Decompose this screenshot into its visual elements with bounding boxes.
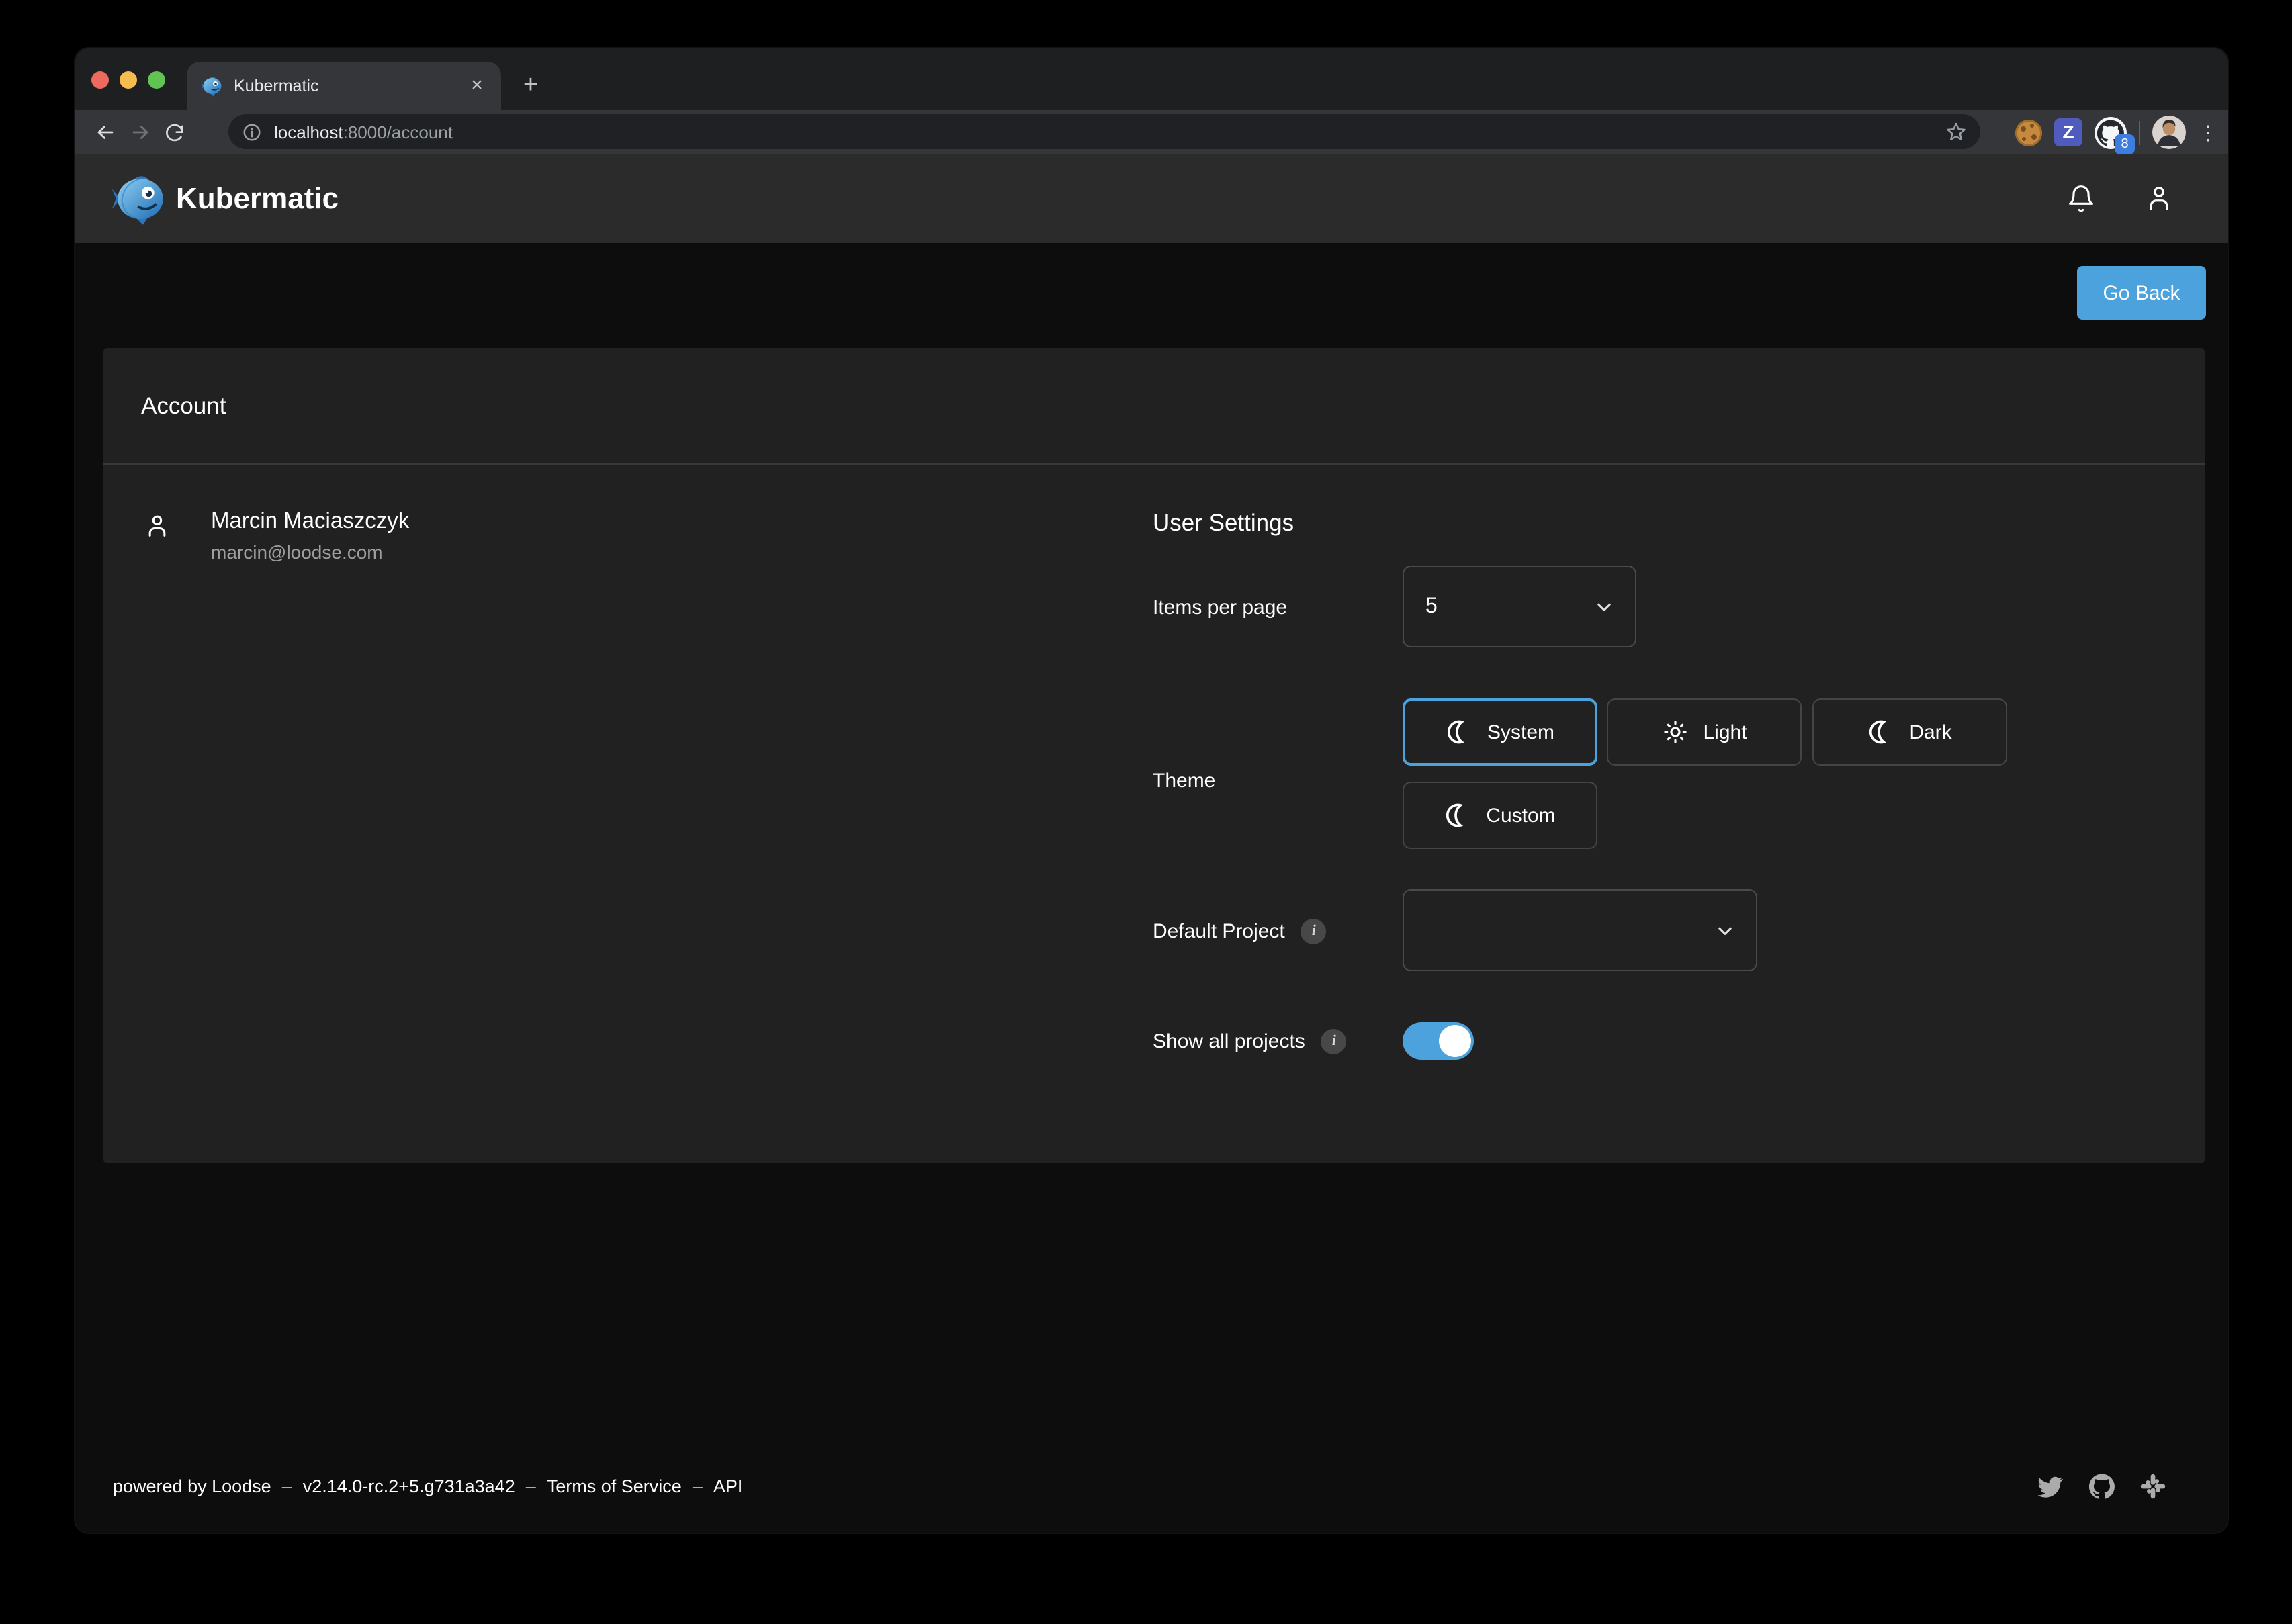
theme-option-dark[interactable]: Dark xyxy=(1812,698,2007,766)
window-zoom-button[interactable] xyxy=(148,71,165,89)
browser-window: Kubermatic × + localhost:8000/account xyxy=(75,48,2228,1533)
moon-icon xyxy=(1867,719,1894,746)
site-info-icon[interactable] xyxy=(242,122,262,142)
url-host: localhost xyxy=(274,122,343,142)
tab-favicon-fish-icon xyxy=(200,75,222,97)
user-avatar-icon xyxy=(144,513,171,563)
user-settings-title: User Settings xyxy=(1153,509,1294,537)
window-close-button[interactable] xyxy=(91,71,109,89)
browser-profile-avatar[interactable] xyxy=(2152,116,2186,149)
tab-title: Kubermatic xyxy=(234,77,466,95)
slack-icon[interactable] xyxy=(2140,1473,2166,1498)
screenshot-stage: Kubermatic × + localhost:8000/account xyxy=(0,0,2292,1624)
sun-icon xyxy=(1661,719,1688,746)
theme-option-light[interactable]: Light xyxy=(1607,698,1802,766)
github-extension-icon[interactable]: 8 xyxy=(2095,116,2127,148)
chevron-down-icon xyxy=(1713,918,1737,942)
account-card: Account Marcin Maciaszczyk marcin@loodse… xyxy=(103,348,2205,1163)
back-icon[interactable] xyxy=(87,115,122,150)
cookie-extension-icon[interactable] xyxy=(2015,119,2042,146)
app-header: Kubermatic xyxy=(75,154,2228,243)
browser-tab[interactable]: Kubermatic × xyxy=(187,62,501,110)
moon-icon xyxy=(1444,802,1471,829)
reload-icon[interactable] xyxy=(157,115,192,150)
theme-label: Theme xyxy=(1153,770,1215,793)
url-path: :8000/account xyxy=(343,122,453,142)
default-project-select[interactable] xyxy=(1403,889,1757,971)
toolbar-separator xyxy=(2139,120,2140,144)
forward-icon[interactable] xyxy=(122,115,157,150)
info-icon[interactable]: i xyxy=(1301,919,1327,944)
address-bar[interactable]: localhost:8000/account xyxy=(228,114,1980,149)
browser-toolbar: localhost:8000/account Z 8 xyxy=(75,110,2228,154)
toggle-knob xyxy=(1439,1025,1471,1057)
url-text: localhost:8000/account xyxy=(274,122,1945,142)
items-per-page-label: Items per page xyxy=(1153,596,1287,619)
tab-close-icon[interactable]: × xyxy=(466,75,488,97)
app-footer: powered by Loodse – v2.14.0-rc.2+5.g731a… xyxy=(113,1465,2193,1506)
new-tab-button[interactable]: + xyxy=(515,70,547,102)
items-per-page-value: 5 xyxy=(1425,594,1592,619)
show-all-projects-label: Show all projects i xyxy=(1153,1029,1347,1054)
user-email: marcin@loodse.com xyxy=(211,541,409,563)
browser-menu-kebab-icon[interactable]: ⋮ xyxy=(2198,120,2217,144)
terms-of-service-link[interactable]: Terms of Service xyxy=(547,1476,682,1496)
default-project-label: Default Project i xyxy=(1153,919,1327,944)
user-name: Marcin Maciaszczyk xyxy=(211,509,409,535)
go-back-button[interactable]: Go Back xyxy=(2077,266,2206,320)
items-per-page-select[interactable]: 5 xyxy=(1403,566,1636,647)
kubermatic-logo-fish-icon[interactable] xyxy=(110,172,164,226)
notifications-bell-icon[interactable] xyxy=(2066,184,2096,214)
page-title: Account xyxy=(141,392,226,420)
user-block: Marcin Maciaszczyk marcin@loodse.com xyxy=(144,509,409,563)
github-icon[interactable] xyxy=(2089,1473,2115,1498)
extensions-row: Z 8 ⋮ xyxy=(2015,110,2217,154)
theme-option-custom[interactable]: Custom xyxy=(1403,782,1597,849)
powered-by-link[interactable]: powered by Loodse xyxy=(113,1476,271,1496)
bookmark-star-icon[interactable] xyxy=(1945,121,1967,142)
user-menu-icon[interactable] xyxy=(2144,184,2174,214)
github-extension-badge: 8 xyxy=(2115,134,2135,154)
browser-titlebar: Kubermatic × + xyxy=(75,48,2228,110)
chevron-down-icon xyxy=(1592,594,1616,619)
twitter-icon[interactable] xyxy=(2038,1473,2064,1498)
info-icon[interactable]: i xyxy=(1321,1029,1347,1054)
page-content: Go Back Account Marcin Maciaszczyk marci… xyxy=(75,243,2228,1533)
window-minimize-button[interactable] xyxy=(120,71,137,89)
account-card-header: Account xyxy=(103,348,2205,465)
brand-title[interactable]: Kubermatic xyxy=(176,181,339,216)
theme-option-system[interactable]: System xyxy=(1403,698,1597,766)
api-link[interactable]: API xyxy=(713,1476,743,1496)
z-extension-icon[interactable]: Z xyxy=(2054,118,2082,146)
show-all-projects-toggle[interactable] xyxy=(1403,1022,1474,1060)
moon-icon xyxy=(1446,719,1472,746)
version-text: v2.14.0-rc.2+5.g731a3a42 xyxy=(303,1476,515,1496)
